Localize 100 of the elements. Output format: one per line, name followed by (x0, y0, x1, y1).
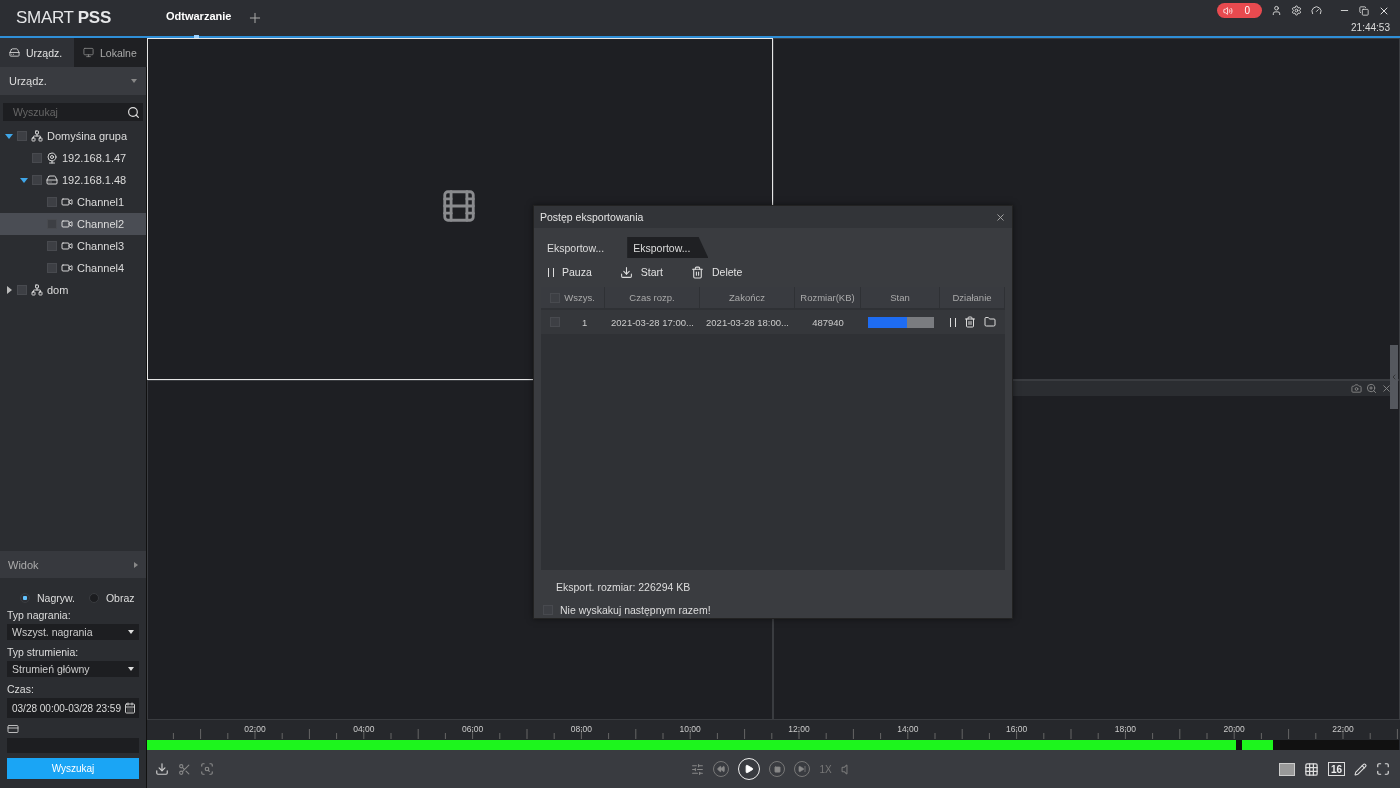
grid-layout-icon[interactable] (1303, 761, 1319, 777)
time-label: 06:00 (461, 724, 484, 734)
field-label: Typ nagrania: (6, 608, 72, 623)
radio-button[interactable] (20, 593, 30, 603)
folder-icon[interactable] (983, 316, 996, 328)
view-section-header[interactable]: Widok (0, 551, 146, 578)
close-icon[interactable] (1381, 383, 1392, 394)
tree-label: 192.168.1.47 (62, 152, 127, 164)
gauge-icon[interactable] (1311, 5, 1322, 16)
video-camera-icon (61, 240, 73, 252)
time-label: 02:00 (244, 724, 266, 734)
collapsed-caret-icon[interactable] (5, 286, 13, 294)
tab[interactable]: Odtwarzanie (166, 0, 232, 36)
clock: 21:44:53 (1351, 22, 1390, 33)
tree-label: Domyśina grupa (47, 130, 128, 142)
date-range-field[interactable]: 03/28 00:00-03/28 23:59 (7, 698, 139, 718)
table-cell: 487940 (795, 310, 861, 334)
time-label: 04:00 (353, 724, 375, 734)
tree-label: 192.168.1.48 (62, 174, 127, 186)
tree-item[interactable]: 192.168.1.48 (0, 169, 146, 191)
dont-show-option[interactable]: Nie wyskakuj następnym razem! (534, 593, 1012, 616)
camera-icon[interactable] (1351, 383, 1362, 394)
device-dropdown[interactable]: Urządz. (0, 67, 146, 95)
select-field[interactable]: Wszyst. nagrania (7, 624, 139, 640)
video-cell[interactable] (773, 380, 1400, 720)
field-label: Typ strumienia: (6, 645, 80, 660)
search-field[interactable]: Wyszukaj (13, 106, 113, 118)
close-button[interactable] (995, 211, 1006, 223)
next-frame-icon (798, 765, 807, 773)
tree-item[interactable]: Channel3 (0, 235, 146, 257)
checkbox[interactable] (47, 241, 57, 251)
tab[interactable]: Eksportow... (627, 237, 709, 258)
pause-icon[interactable] (949, 317, 956, 327)
column-header: Czas rozp. (605, 287, 700, 308)
tree-item[interactable]: 192.168.1.47 (0, 147, 146, 169)
time-label: 20:00 (1223, 724, 1245, 734)
single-layout-icon[interactable] (1278, 762, 1295, 776)
calendar-icon[interactable] (124, 702, 136, 714)
tree-label: Channel2 (77, 218, 125, 230)
select-field[interactable]: Strumień główny (7, 661, 139, 677)
play-icon (744, 764, 755, 774)
tree-item[interactable]: Domyśina grupa (0, 125, 146, 147)
radio-option[interactable]: Nagryw. (20, 592, 75, 604)
tree-item[interactable]: Channel1 (0, 191, 146, 213)
checkbox[interactable] (17, 285, 27, 295)
time-label: 22:00 (1332, 724, 1354, 734)
webcam-icon (46, 152, 58, 164)
scissors-icon[interactable] (178, 762, 191, 776)
sidebar-tab[interactable]: Urządz. (0, 38, 74, 67)
time-label: 18:00 (1114, 724, 1137, 734)
trash-icon[interactable] (963, 316, 976, 328)
network-icon (31, 130, 43, 142)
fullscreen-icon[interactable] (1376, 762, 1390, 776)
collapse-handle[interactable] (1390, 345, 1398, 409)
download-icon (619, 265, 633, 279)
dialog-title: Postęp eksportowania (540, 211, 644, 223)
scan-search-icon[interactable] (200, 762, 214, 776)
column-header: Działanie (940, 287, 1005, 308)
checkbox[interactable] (17, 131, 27, 141)
rewind-icon (717, 765, 726, 773)
sixteen-layout-button[interactable]: 16 (1327, 762, 1345, 776)
table-cell: 1 (541, 310, 605, 334)
stop-icon (773, 765, 781, 773)
video-camera-icon (61, 262, 73, 274)
start-button[interactable]: Start (619, 264, 663, 280)
checkbox[interactable] (47, 263, 57, 273)
tree-item[interactable]: Channel4 (0, 257, 146, 279)
radio-option[interactable]: Obraz (88, 592, 135, 604)
time-label: 16:00 (1005, 724, 1028, 734)
pause-button[interactable]: Pauza (548, 264, 592, 280)
alarm-badge[interactable]: 0 (1217, 3, 1262, 18)
monitor-icon (83, 47, 94, 58)
table-cell: 2021-03-28 18:00... (700, 310, 795, 334)
pencil-icon[interactable] (1354, 762, 1367, 776)
sliders-icon[interactable] (691, 762, 705, 776)
restore-button[interactable] (1359, 5, 1369, 16)
tree-item[interactable]: Channel2 (0, 213, 146, 235)
tree-item[interactable]: dom (0, 279, 146, 301)
tree-label: Channel4 (77, 262, 125, 274)
card-icon (7, 723, 19, 735)
radio-button[interactable] (88, 593, 99, 603)
download-icon[interactable] (155, 762, 169, 776)
tab[interactable]: Eksportow... (541, 237, 623, 258)
column-header: Rozmiar(KB) (795, 287, 861, 308)
field-label: Czas: (6, 682, 35, 697)
zoom-in-icon[interactable] (1366, 383, 1377, 394)
checkbox[interactable] (32, 175, 42, 185)
user-icon[interactable] (1271, 5, 1282, 16)
checkbox[interactable] (32, 153, 42, 163)
recorder-icon (46, 174, 58, 186)
tree-label: Channel3 (77, 240, 125, 252)
search-icon[interactable] (127, 105, 140, 119)
search-bar[interactable]: Wyszukaj (3, 103, 143, 121)
sidebar-tab[interactable]: Lokalne (74, 38, 147, 67)
column-header: Zakończ (700, 287, 795, 308)
delete-button[interactable]: Delete (690, 264, 743, 280)
film-reel-icon (440, 187, 478, 225)
checkbox[interactable] (47, 197, 57, 207)
settings-icon[interactable] (1291, 5, 1302, 16)
time-label: 08:00 (570, 724, 593, 734)
